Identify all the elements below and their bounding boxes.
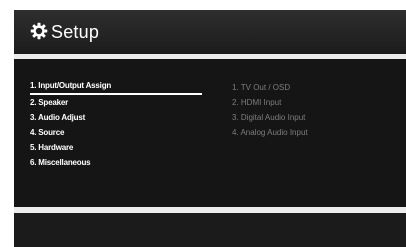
menu-item-hardware[interactable]: 5. Hardware xyxy=(30,141,202,155)
menu-item-audio-adjust[interactable]: 3. Audio Adjust xyxy=(30,111,202,125)
setup-content: 1. Input/Output Assign 2. Speaker 3. Aud… xyxy=(14,59,406,207)
menu-item-input-output-assign[interactable]: 1. Input/Output Assign xyxy=(30,79,202,95)
menu-item-miscellaneous[interactable]: 6. Miscellaneous xyxy=(30,156,202,170)
submenu-item-digital-audio-input[interactable]: 3. Digital Audio Input xyxy=(232,111,305,125)
submenu-item-analog-audio-input[interactable]: 4. Analog Audio Input xyxy=(232,126,308,140)
menu-item-speaker[interactable]: 2. Speaker xyxy=(30,96,202,110)
setup-screen: Setup 1. Input/Output Assign 2. Speaker … xyxy=(14,10,406,247)
submenu-item-hdmi-input[interactable]: 2. HDMI Input xyxy=(232,96,281,110)
page-title: Setup xyxy=(51,22,100,42)
footer-bar xyxy=(14,213,406,247)
menu-item-source[interactable]: 4. Source xyxy=(30,126,202,140)
title-bar: Setup xyxy=(14,10,406,54)
submenu-item-tv-out-osd[interactable]: 1. TV Out / OSD xyxy=(232,81,290,95)
gear-icon xyxy=(30,22,48,40)
